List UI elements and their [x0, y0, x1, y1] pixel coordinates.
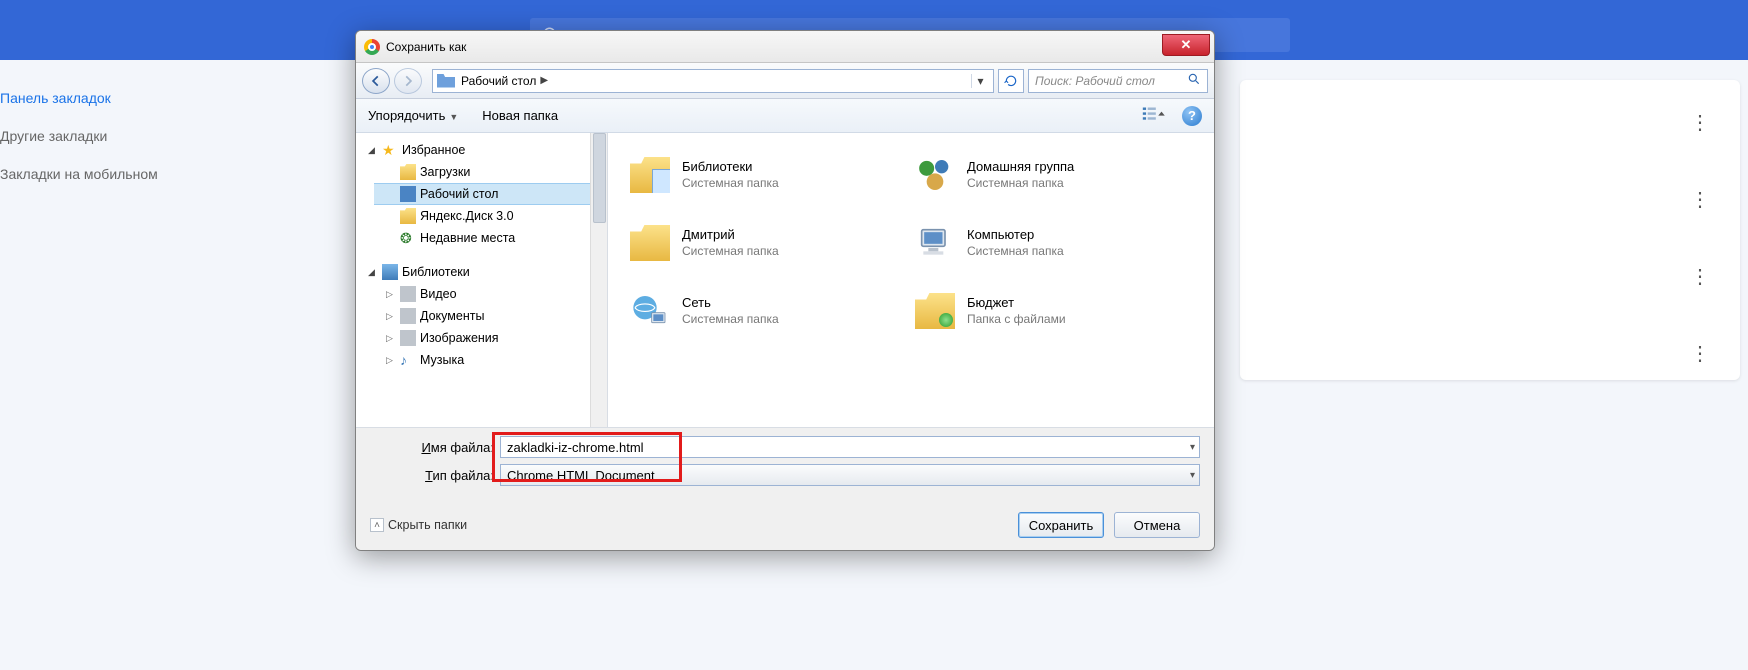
- item-budget[interactable]: БюджетПапка с файлами: [913, 279, 1194, 343]
- refresh-icon: [1004, 74, 1018, 88]
- item-computer[interactable]: КомпьютерСистемная папка: [913, 211, 1194, 275]
- tree-desktop[interactable]: Рабочий стол: [374, 183, 607, 205]
- filename-input[interactable]: zakladki-iz-chrome.html ▾: [500, 436, 1200, 458]
- save-button[interactable]: Сохранить: [1018, 512, 1104, 538]
- location-breadcrumb[interactable]: Рабочий стол ▶ ▾: [432, 69, 994, 93]
- organize-menu[interactable]: Упорядочить▼: [368, 108, 458, 123]
- dialog-body: ◢ ★ Избранное Загрузки Рабочий стол Янде…: [356, 133, 1214, 427]
- filename-label: Имя файла:: [370, 440, 500, 455]
- sidebar-item-bookmark-bar[interactable]: Панель закладок: [0, 90, 240, 106]
- bookmarks-list-panel: ⋮ ⋮ ⋮ ⋮: [1240, 80, 1740, 380]
- search-icon: [1187, 72, 1201, 89]
- user-folder-icon: [630, 225, 670, 261]
- tree-recent[interactable]: ❂Недавние места: [374, 227, 607, 249]
- view-mode-button[interactable]: [1142, 105, 1168, 126]
- caret-right-icon[interactable]: ▷: [386, 289, 396, 300]
- refresh-button[interactable]: [998, 69, 1024, 93]
- documents-icon: [400, 308, 416, 324]
- folder-icon: [400, 164, 416, 180]
- chevron-down-icon: ▼: [449, 112, 458, 122]
- network-icon: [628, 289, 672, 333]
- new-folder-button[interactable]: Новая папка: [482, 108, 558, 123]
- desktop-icon: [400, 186, 416, 202]
- breadcrumb-dropdown[interactable]: ▾: [971, 74, 989, 88]
- item-menu-icon[interactable]: ⋮: [1690, 264, 1710, 289]
- nav-forward-button[interactable]: [394, 68, 422, 94]
- tree-images[interactable]: ▷Изображения: [374, 327, 607, 349]
- view-icon: [1142, 105, 1168, 123]
- item-libraries[interactable]: БиблиотекиСистемная папка: [628, 143, 909, 207]
- chevron-down-icon[interactable]: ▾: [1190, 442, 1195, 453]
- tree-scrollbar[interactable]: [590, 133, 607, 427]
- filetype-label: Тип файла:: [370, 468, 500, 483]
- nav-tree[interactable]: ◢ ★ Избранное Загрузки Рабочий стол Янде…: [356, 133, 608, 427]
- music-icon: ♪: [400, 352, 416, 368]
- tree-libraries[interactable]: ◢ Библиотеки: [356, 261, 607, 283]
- save-as-dialog: Сохранить как ✕ Рабочий стол ▶ ▾ Поиск: …: [355, 30, 1215, 551]
- tree-documents[interactable]: ▷Документы: [374, 305, 607, 327]
- item-network[interactable]: СетьСистемная папка: [628, 279, 909, 343]
- libraries-icon: [382, 264, 398, 280]
- close-button[interactable]: ✕: [1162, 34, 1210, 56]
- folder-icon: [915, 293, 955, 329]
- caret-right-icon[interactable]: ▷: [386, 355, 396, 366]
- help-button[interactable]: ?: [1182, 106, 1202, 126]
- caret-right-icon[interactable]: ▷: [386, 311, 396, 322]
- chrome-icon: [364, 39, 380, 55]
- computer-icon: [913, 221, 957, 265]
- chevron-up-icon: ˄: [370, 518, 384, 532]
- folder-icon: [400, 208, 416, 224]
- dialog-titlebar[interactable]: Сохранить как ✕: [356, 31, 1214, 63]
- desktop-icon: [437, 74, 455, 88]
- tree-music[interactable]: ▷♪Музыка: [374, 349, 607, 371]
- folder-search-placeholder: Поиск: Рабочий стол: [1035, 74, 1155, 88]
- tree-video[interactable]: ▷Видео: [374, 283, 607, 305]
- dialog-navbar: Рабочий стол ▶ ▾ Поиск: Рабочий стол: [356, 63, 1214, 99]
- item-user[interactable]: ДмитрийСистемная папка: [628, 211, 909, 275]
- sidebar-item-other-bookmarks[interactable]: Другие закладки: [0, 128, 240, 144]
- libraries-icon: [630, 157, 670, 193]
- folder-search-input[interactable]: Поиск: Рабочий стол: [1028, 69, 1208, 93]
- breadcrumb-arrow-icon: ▶: [540, 75, 548, 86]
- chevron-down-icon[interactable]: ▾: [1190, 470, 1195, 481]
- tree-favorites[interactable]: ◢ ★ Избранное: [356, 139, 607, 161]
- bookmarks-sidebar: Панель закладок Другие закладки Закладки…: [0, 90, 240, 182]
- hide-folders-toggle[interactable]: ˄ Скрыть папки: [370, 518, 467, 532]
- cancel-button[interactable]: Отмена: [1114, 512, 1200, 538]
- breadcrumb-text: Рабочий стол: [461, 74, 536, 88]
- arrow-left-icon: [369, 74, 383, 88]
- item-menu-icon[interactable]: ⋮: [1690, 110, 1710, 135]
- caret-down-icon[interactable]: ◢: [368, 267, 378, 278]
- dialog-toolbar: Упорядочить▼ Новая папка ?: [356, 99, 1214, 133]
- nav-back-button[interactable]: [362, 68, 390, 94]
- homegroup-icon: [913, 153, 957, 197]
- item-homegroup[interactable]: Домашняя группаСистемная папка: [913, 143, 1194, 207]
- images-icon: [400, 330, 416, 346]
- folder-contents[interactable]: БиблиотекиСистемная папка Домашняя групп…: [608, 133, 1214, 427]
- scrollbar-thumb[interactable]: [593, 133, 606, 223]
- item-menu-icon[interactable]: ⋮: [1690, 341, 1710, 366]
- tree-yandex-disk[interactable]: Яндекс.Диск 3.0: [374, 205, 607, 227]
- caret-down-icon[interactable]: ◢: [368, 145, 378, 156]
- recent-icon: ❂: [400, 230, 416, 246]
- sidebar-item-mobile-bookmarks[interactable]: Закладки на мобильном: [0, 166, 240, 182]
- item-menu-icon[interactable]: ⋮: [1690, 187, 1710, 212]
- dialog-bottom: Имя файла: zakladki-iz-chrome.html ▾ Тип…: [356, 427, 1214, 550]
- video-icon: [400, 286, 416, 302]
- star-icon: ★: [382, 142, 398, 158]
- filetype-select[interactable]: Chrome HTML Document ▾: [500, 464, 1200, 486]
- caret-right-icon[interactable]: ▷: [386, 333, 396, 344]
- arrow-right-icon: [401, 74, 415, 88]
- dialog-title: Сохранить как: [386, 40, 466, 54]
- tree-downloads[interactable]: Загрузки: [374, 161, 607, 183]
